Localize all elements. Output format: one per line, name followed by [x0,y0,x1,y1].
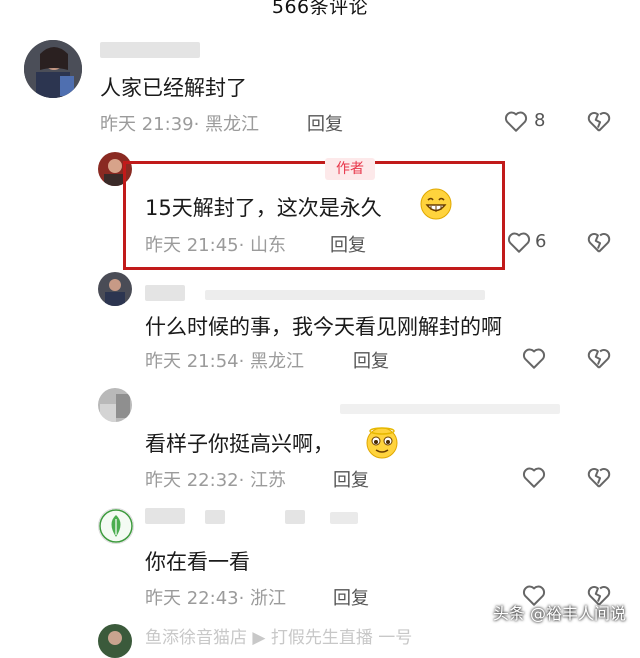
reply-button[interactable]: 回复 [307,110,343,136]
smile-emoji-icon [366,427,398,459]
time-text: 昨天 22:32 [145,470,239,491]
reply-button[interactable]: 回复 [333,584,369,610]
reply-button[interactable]: 回复 [333,466,369,492]
comment-text-body: 看样子你挺高兴啊， [145,432,334,456]
comment-time: 昨天 22:43· 浙江 [145,584,286,610]
comment-time: 昨天 22:32· 江苏 [145,466,286,492]
avatar[interactable] [98,508,134,544]
heart-icon[interactable] [502,108,530,134]
watermark: 头条 @裕丰人间说 [492,604,626,623]
username-redacted [145,285,185,301]
comment-text: 什么时候的事，我今天看见刚解封的啊 [145,315,502,339]
partial-comment-header: 鱼添徐音猫店 ▶ 打假先生直播 一号 [145,628,413,648]
username-redacted [205,290,485,300]
broken-heart-icon[interactable] [585,345,613,371]
reply-button[interactable]: 回复 [330,231,366,257]
username-redacted [100,42,200,58]
comment-time: 昨天 21:39· 黑龙江 [100,110,259,136]
username-redacted [330,512,358,524]
time-text: 昨天 21:39 [100,114,194,135]
comment-time: 昨天 21:54· 黑龙江 [145,347,304,373]
heart-icon[interactable] [520,464,548,490]
comment-text: 15天解封了，这次是永久 [145,192,382,222]
location-text: · 山东 [238,235,287,256]
username-redacted [205,510,225,524]
like-count: 8 [534,110,546,131]
like-count: 6 [535,231,547,252]
comment-time: 昨天 21:45· 山东 [145,231,286,257]
broken-heart-icon[interactable] [585,229,613,255]
grin-emoji-icon [420,188,452,220]
heart-icon[interactable] [520,345,548,371]
avatar[interactable] [98,624,132,658]
comment-text: 看样子你挺高兴啊， [145,428,334,458]
username-redacted [285,510,305,524]
location-text: · 黑龙江 [238,351,305,372]
username-redacted [340,404,560,414]
time-text: 昨天 22:43 [145,588,239,609]
reply-button[interactable]: 回复 [353,347,389,373]
broken-heart-icon[interactable] [585,464,613,490]
location-text: · 江苏 [238,470,287,491]
username-redacted [145,508,185,524]
time-text: 昨天 21:54 [145,351,239,372]
comment-text: 你在看一看 [145,550,250,574]
comments-count-title: 566条评论 [271,0,369,18]
comment-text: 人家已经解封了 [100,76,247,100]
avatar[interactable] [98,388,132,422]
avatar[interactable] [98,272,132,306]
author-badge: 作者 [325,158,375,180]
broken-heart-icon[interactable] [585,108,613,134]
comment-text-body: 15天解封了，这次是永久 [145,196,382,220]
time-text: 昨天 21:45 [145,235,239,256]
heart-icon[interactable] [505,229,533,255]
location-text: · 黑龙江 [193,114,260,135]
avatar[interactable] [24,40,82,98]
location-text: · 浙江 [238,588,287,609]
